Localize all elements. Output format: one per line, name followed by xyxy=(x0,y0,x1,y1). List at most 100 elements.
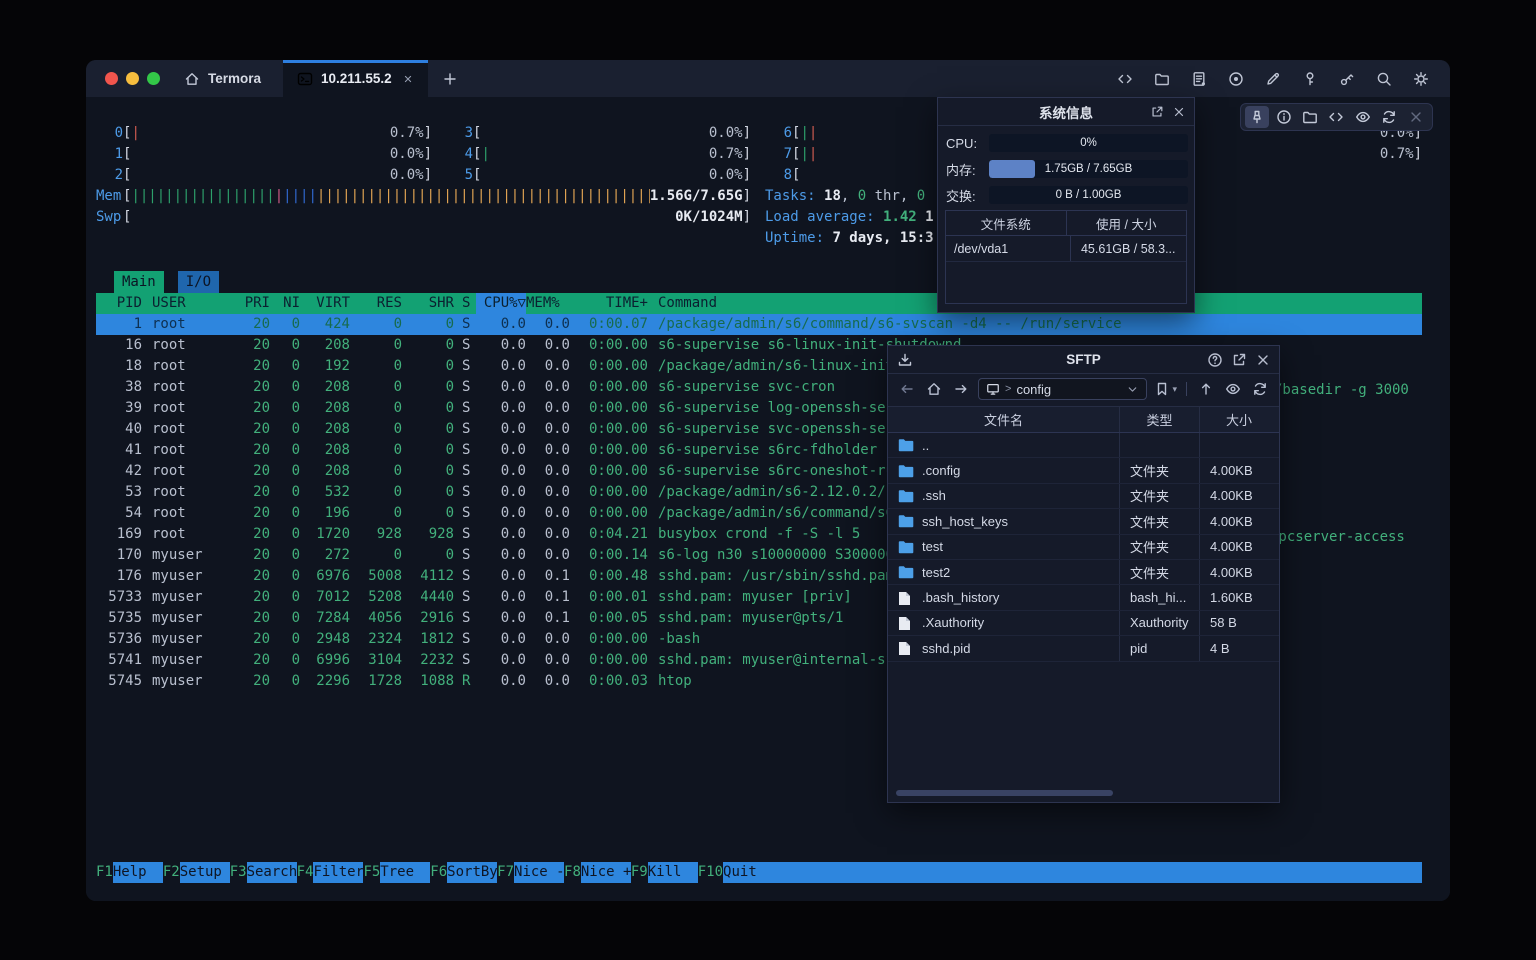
cell-pri: 20 xyxy=(236,419,270,440)
filesystem-table: 文件系统使用 / 大小/dev/vda145.61GB / 58.3... xyxy=(945,210,1187,304)
cell-ni: 0 xyxy=(270,440,300,461)
file-row[interactable]: ssh_host_keys文件夹4.00KB xyxy=(888,509,1279,534)
column-header[interactable]: 类型 xyxy=(1119,407,1199,432)
back-button[interactable] xyxy=(897,381,917,397)
cell-res: 1728 xyxy=(350,671,402,692)
column-header-mem[interactable]: MEM% xyxy=(526,293,570,314)
column-header[interactable]: 文件名 xyxy=(888,407,1119,432)
close-panel-icon[interactable] xyxy=(1255,352,1271,368)
column-header-shr[interactable]: SHR xyxy=(402,293,454,314)
column-header-pid[interactable]: PID xyxy=(96,293,142,314)
tab-home[interactable]: Termora xyxy=(174,60,283,97)
keychain-icon[interactable] xyxy=(1334,66,1360,92)
folder-icon xyxy=(898,514,914,528)
folder-icon[interactable] xyxy=(1298,106,1322,128)
pencil-icon[interactable] xyxy=(1260,66,1286,92)
column-header-ni[interactable]: NI xyxy=(270,293,300,314)
column-header-pri[interactable]: PRI xyxy=(236,293,270,314)
pin-icon[interactable] xyxy=(1245,106,1269,128)
help-icon[interactable] xyxy=(1207,352,1223,368)
refresh-icon[interactable] xyxy=(1377,106,1401,128)
close-tab-icon[interactable] xyxy=(402,73,414,85)
open-in-window-icon[interactable] xyxy=(1150,105,1164,119)
cell-pri: 20 xyxy=(236,482,270,503)
file-row[interactable]: test文件夹4.00KB xyxy=(888,535,1279,560)
file-name-cell: ssh_host_keys xyxy=(888,509,1119,533)
eye-icon[interactable] xyxy=(1351,106,1375,128)
column-header-user[interactable]: USER xyxy=(142,293,236,314)
bookmark-button[interactable] xyxy=(1154,381,1170,397)
cell-pri: 20 xyxy=(236,671,270,692)
fkey-f3[interactable]: F3Search xyxy=(230,862,297,883)
cell-time: 0:00.14 xyxy=(570,545,648,566)
cell-mem: 0.0 xyxy=(526,524,570,545)
column-header-cpu[interactable]: CPU%▽ xyxy=(476,293,526,314)
horizontal-scrollbar[interactable] xyxy=(896,790,1113,796)
fkey-f4[interactable]: F4Filter xyxy=(297,862,364,883)
cell-mem: 0.0 xyxy=(526,314,570,335)
forward-button[interactable] xyxy=(951,381,971,397)
cell-virt: 272 xyxy=(300,545,350,566)
column-header-s[interactable]: S xyxy=(454,293,476,314)
search-icon[interactable] xyxy=(1371,66,1397,92)
meter-label: 8 xyxy=(765,165,792,186)
htop-tab-main[interactable]: Main xyxy=(114,271,164,293)
bookmark-dropdown-icon[interactable]: ▾ xyxy=(1172,384,1177,395)
meter-value: 0.7% xyxy=(390,123,424,144)
refresh-button[interactable] xyxy=(1250,381,1270,397)
file-row[interactable]: .config文件夹4.00KB xyxy=(888,458,1279,483)
minimize-window-button[interactable] xyxy=(126,72,139,85)
open-in-window-icon[interactable] xyxy=(1231,352,1247,368)
home-button[interactable] xyxy=(924,381,944,397)
file-row[interactable]: .bash_historybash_hi...1.60KB xyxy=(888,585,1279,610)
fkey-f9[interactable]: F9Kill xyxy=(631,862,698,883)
process-row[interactable]: 1root20042400S0.00.00:00.07/package/admi… xyxy=(96,314,1422,335)
close-panel-icon[interactable] xyxy=(1172,105,1186,119)
gear-icon[interactable] xyxy=(1408,66,1434,92)
fkey-f1[interactable]: F1Help xyxy=(96,862,163,883)
fkey-f7[interactable]: F7Nice - xyxy=(497,862,564,883)
key-icon[interactable] xyxy=(1297,66,1323,92)
fkey-f5[interactable]: F5Tree xyxy=(363,862,430,883)
column-header[interactable]: 大小 xyxy=(1199,407,1278,432)
file-row[interactable]: .. xyxy=(888,433,1279,458)
parent-directory-button[interactable] xyxy=(1196,381,1216,397)
filesystem-row[interactable]: /dev/vda145.61GB / 58.3... xyxy=(946,236,1186,262)
meter-label: 交换: xyxy=(946,186,989,205)
record-icon[interactable] xyxy=(1223,66,1249,92)
cell-s: S xyxy=(454,608,476,629)
file-text-icon[interactable] xyxy=(1186,66,1212,92)
close-icon[interactable] xyxy=(1404,106,1428,128)
column-header-time[interactable]: TIME+ xyxy=(570,293,648,314)
fkey-f2[interactable]: F2Setup xyxy=(163,862,230,883)
file-name-cell: .config xyxy=(888,458,1119,482)
file-row[interactable]: test2文件夹4.00KB xyxy=(888,560,1279,585)
fkey-f6[interactable]: F6SortBy xyxy=(430,862,497,883)
info-icon[interactable] xyxy=(1272,106,1296,128)
code-icon[interactable] xyxy=(1324,106,1348,128)
transfers-icon[interactable] xyxy=(897,352,913,368)
fkey-f8[interactable]: F8Nice + xyxy=(564,862,631,883)
folder-icon[interactable] xyxy=(1149,66,1175,92)
fkey-number: F8 xyxy=(564,862,581,883)
fkey-f10[interactable]: F10Quit xyxy=(698,862,1422,883)
cell-mem: 0.0 xyxy=(526,335,570,356)
show-hidden-files-button[interactable] xyxy=(1223,381,1243,397)
cell-user: root xyxy=(142,503,236,524)
code-icon[interactable] xyxy=(1112,66,1138,92)
cell-cpu: 0.0 xyxy=(476,608,526,629)
fkey-label: Setup xyxy=(180,862,230,883)
file-row[interactable]: sshd.pidpid4 B xyxy=(888,636,1279,661)
htop-tab-io[interactable]: I/O xyxy=(178,271,219,293)
close-window-button[interactable] xyxy=(105,72,118,85)
cell-virt: 208 xyxy=(300,461,350,482)
new-tab-button[interactable] xyxy=(428,60,472,97)
file-row[interactable]: .XauthorityXauthority58 B xyxy=(888,611,1279,636)
file-size-cell: 1.60KB xyxy=(1199,585,1278,609)
zoom-window-button[interactable] xyxy=(147,72,160,85)
path-combobox[interactable]: > config xyxy=(978,378,1147,400)
tab-ssh-session[interactable]: 10.211.55.2 xyxy=(283,60,428,97)
column-header-virt[interactable]: VIRT xyxy=(300,293,350,314)
column-header-res[interactable]: RES xyxy=(350,293,402,314)
file-row[interactable]: .ssh文件夹4.00KB xyxy=(888,484,1279,509)
